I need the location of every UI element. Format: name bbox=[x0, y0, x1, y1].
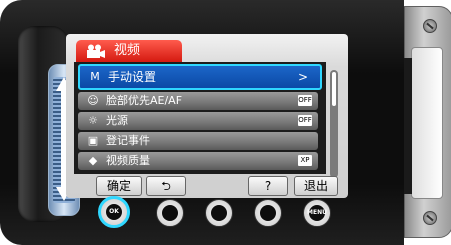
menu-item-label: 视频质量 bbox=[106, 154, 150, 167]
scroll-thumb[interactable] bbox=[332, 72, 336, 106]
menu-item-face-priority[interactable]: ☺ 脸部优先AE/AF OFF bbox=[78, 92, 318, 110]
status-badge: OFF bbox=[298, 115, 312, 126]
status-badge: OFF bbox=[298, 95, 312, 106]
quit-button[interactable]: 退出 bbox=[294, 176, 338, 196]
button-dot bbox=[211, 205, 227, 221]
menu-item-manual-setup[interactable]: M 手动设置 > bbox=[78, 64, 322, 90]
tab-video[interactable]: 视频 bbox=[76, 40, 182, 62]
status-badge: XP bbox=[298, 155, 312, 166]
menu-item-video-quality[interactable]: ◆ 视频质量 XP bbox=[78, 152, 318, 170]
menu-item-label: 光源 bbox=[106, 114, 128, 127]
button-dot bbox=[162, 205, 178, 221]
menu-item-label: 登记事件 bbox=[106, 134, 150, 147]
ok-label: OK bbox=[109, 208, 119, 215]
physical-button-3[interactable] bbox=[205, 199, 233, 227]
menu-item-label: 手动设置 bbox=[108, 70, 157, 84]
screw-icon bbox=[423, 211, 437, 225]
button-dot bbox=[260, 205, 276, 221]
manual-setup-icon: M bbox=[90, 70, 100, 83]
quality-icon: ◆ bbox=[88, 154, 98, 167]
face-icon: ☺ bbox=[87, 94, 99, 107]
physical-button-2[interactable] bbox=[156, 199, 184, 227]
back-button[interactable]: ⮌ bbox=[146, 176, 186, 196]
physical-button-4[interactable] bbox=[254, 199, 282, 227]
menu-item-light[interactable]: ☼ 光源 OFF bbox=[78, 112, 318, 130]
light-icon: ☼ bbox=[88, 114, 98, 127]
menu-button[interactable]: MENU bbox=[303, 199, 331, 227]
touch-sensor-rail bbox=[18, 26, 80, 222]
menu-item-label: 脸部优先AE/AF bbox=[106, 94, 183, 107]
tab-label: 视频 bbox=[114, 43, 141, 58]
ok-button[interactable]: OK bbox=[98, 196, 130, 228]
menu-list: M 手动设置 > ☺ 脸部优先AE/AF OFF ☼ 光源 OFF ▣ 登记事件… bbox=[74, 62, 338, 178]
help-button[interactable]: ? bbox=[248, 176, 288, 196]
screw-icon bbox=[423, 19, 437, 33]
hinge bbox=[404, 58, 412, 194]
menu-label: MENU bbox=[307, 209, 327, 216]
video-camera-icon bbox=[86, 44, 106, 58]
panel-inner bbox=[411, 47, 443, 199]
menu-item-register-event[interactable]: ▣ 登记事件 bbox=[78, 132, 318, 150]
confirm-button[interactable]: 确定 bbox=[96, 176, 142, 196]
event-icon: ▣ bbox=[87, 134, 99, 147]
chevron-right-icon: > bbox=[297, 70, 308, 84]
